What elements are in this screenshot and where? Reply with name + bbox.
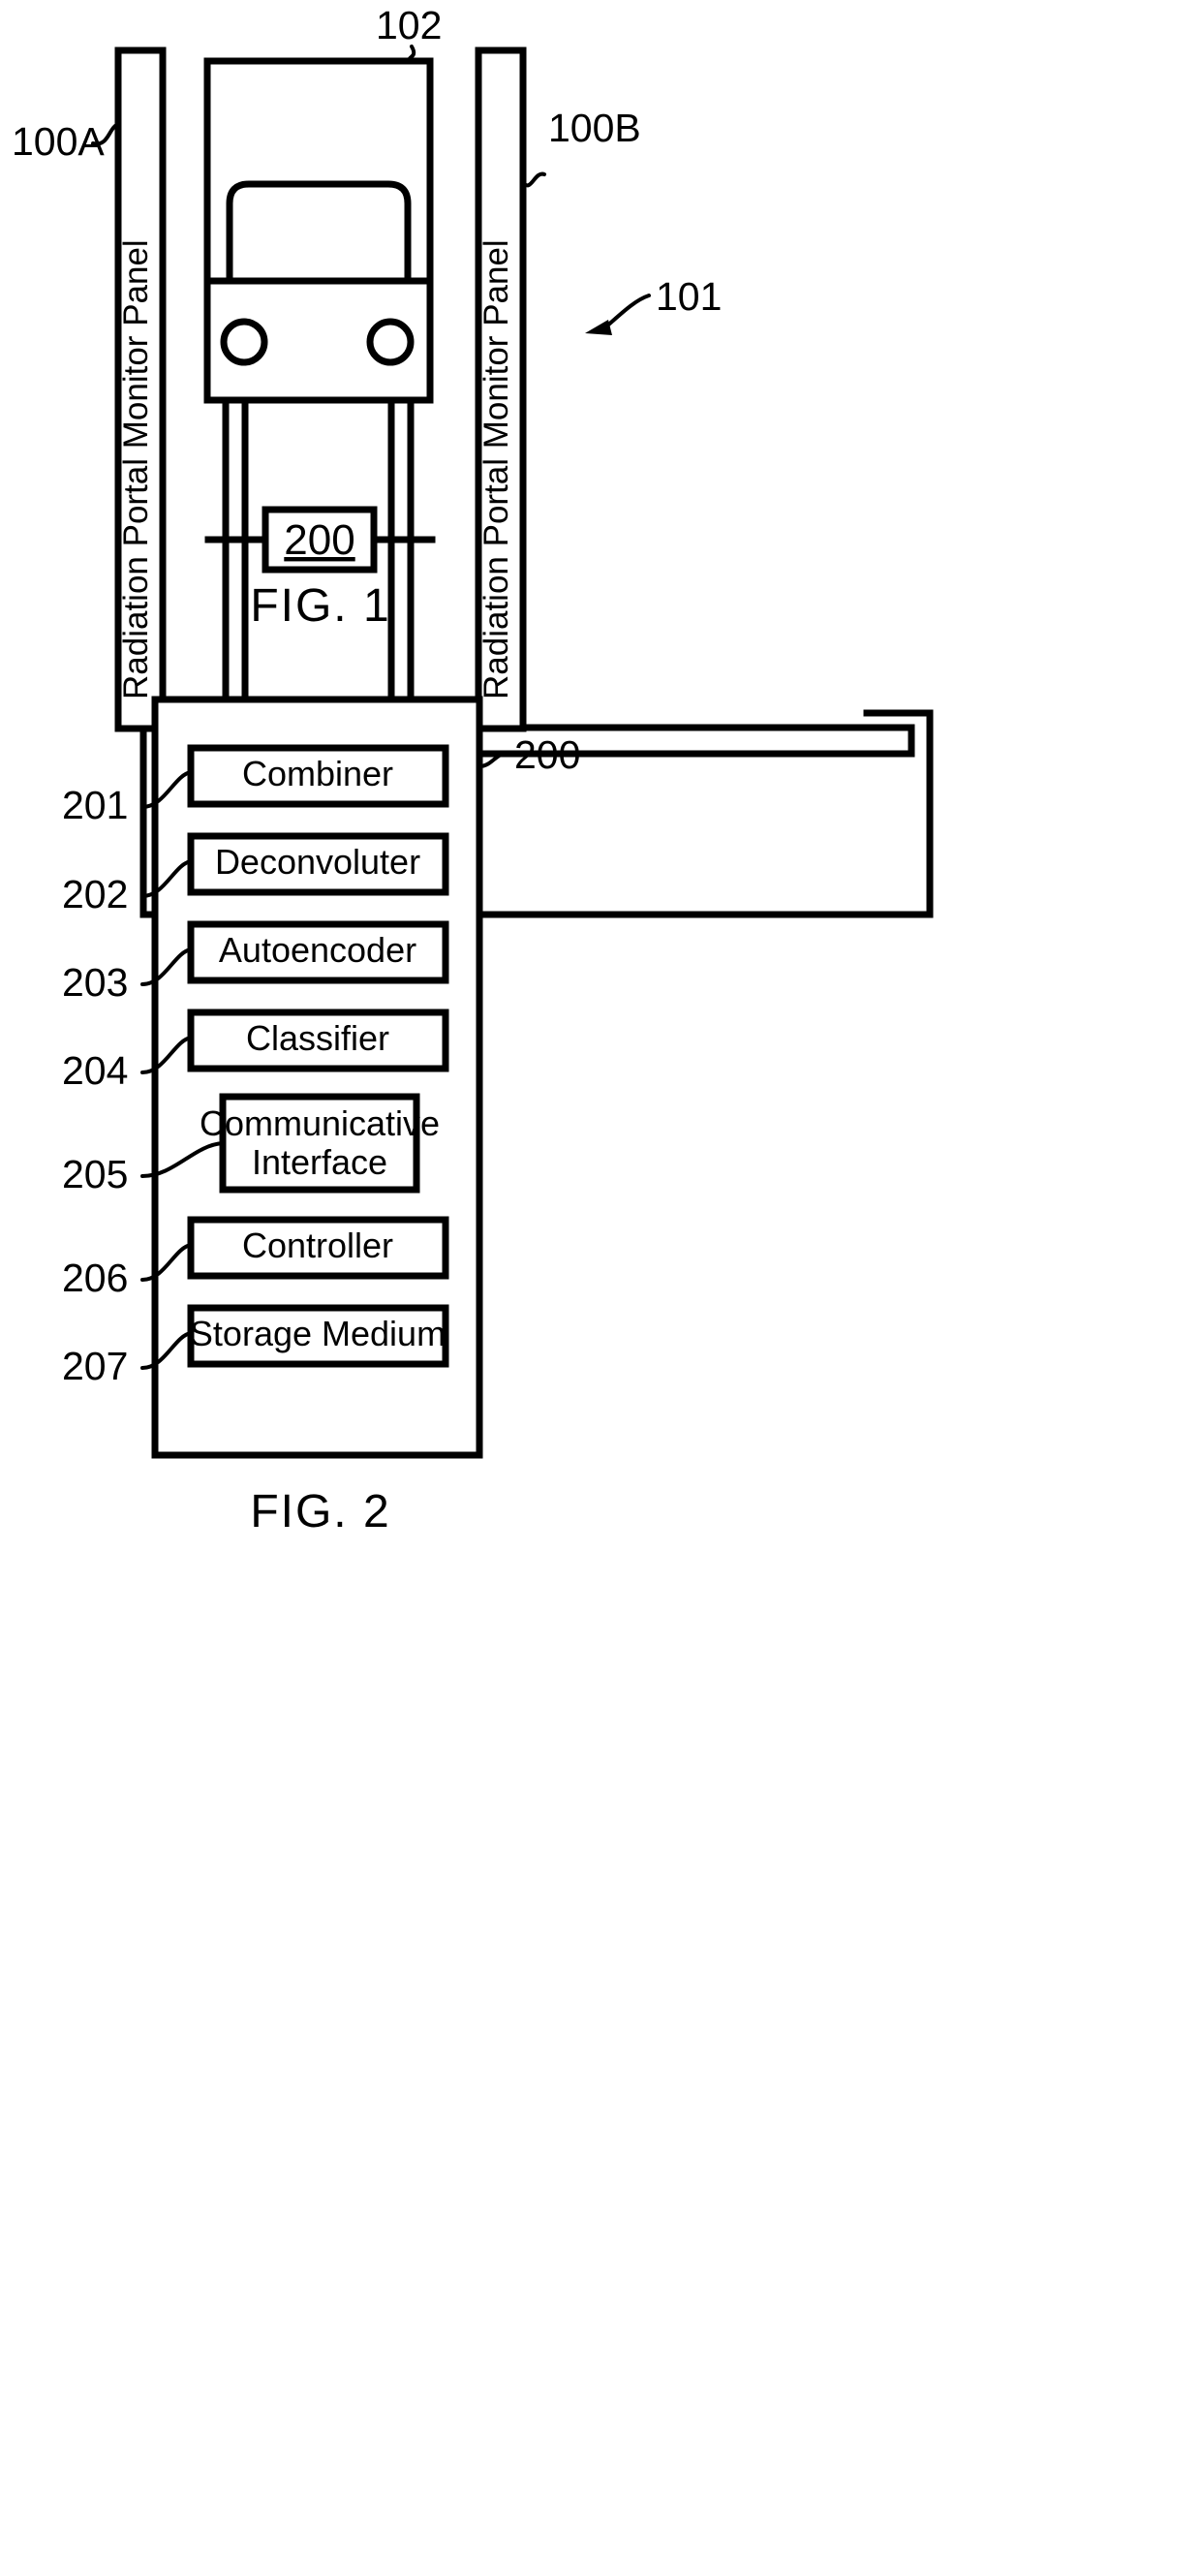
ref-numeral-102: 102 [376,3,442,47]
fig2-block-communicative-interface-label-line2: Interface [252,1142,387,1182]
fig2-ref-numeral-206: 206 [62,1256,128,1300]
figure-2-group: 200 Combiner 201 Deconvoluter 202 Autoen… [62,696,580,1537]
fig2-ref-numeral-201: 201 [62,783,128,827]
fig2-block-deconvoluter-label: Deconvoluter [215,842,420,882]
fig2-ref-numeral-200: 200 [514,732,580,777]
arrowhead-101 [585,320,612,335]
fig2-block-classifier-label: Classifier [246,1018,389,1058]
ref-numeral-100A: 100A [12,119,105,164]
ref-numeral-100B: 100B [548,106,641,150]
drawing-canvas: Radiation Portal Monitor Panel Radiation… [12,3,934,1537]
fig2-ref-numeral-202: 202 [62,872,128,916]
patent-drawing-sheet: Radiation Portal Monitor Panel Radiation… [0,0,1201,2576]
vehicle-wheel-right [366,318,415,366]
fig2-block-storage-medium-label: Storage Medium [190,1314,446,1353]
fig2-block-autoencoder-label: Autoencoder [219,930,416,970]
fig2-block-combiner-label: Combiner [242,754,393,793]
fig2-ref-numeral-203: 203 [62,960,128,1005]
fig2-ref-numeral-207: 207 [62,1344,128,1388]
fig2-block-communicative-interface-label-line1: Communicative [200,1103,440,1143]
fig2-ref-numeral-205: 205 [62,1152,128,1196]
fig2-ref-numeral-204: 204 [62,1048,128,1093]
leader-line-101 [603,294,651,329]
ref-numeral-101: 101 [656,274,722,319]
panel-right-label: Radiation Portal Monitor Panel [477,239,515,699]
fig1-controller-numeral: 200 [284,516,354,564]
figure-1-caption: FIG. 1 [250,580,390,632]
panel-left-label: Radiation Portal Monitor Panel [117,239,155,699]
fig2-block-controller-label: Controller [242,1226,393,1265]
vehicle-wheel-left [220,318,268,366]
figure-2-caption: FIG. 2 [250,1486,390,1537]
